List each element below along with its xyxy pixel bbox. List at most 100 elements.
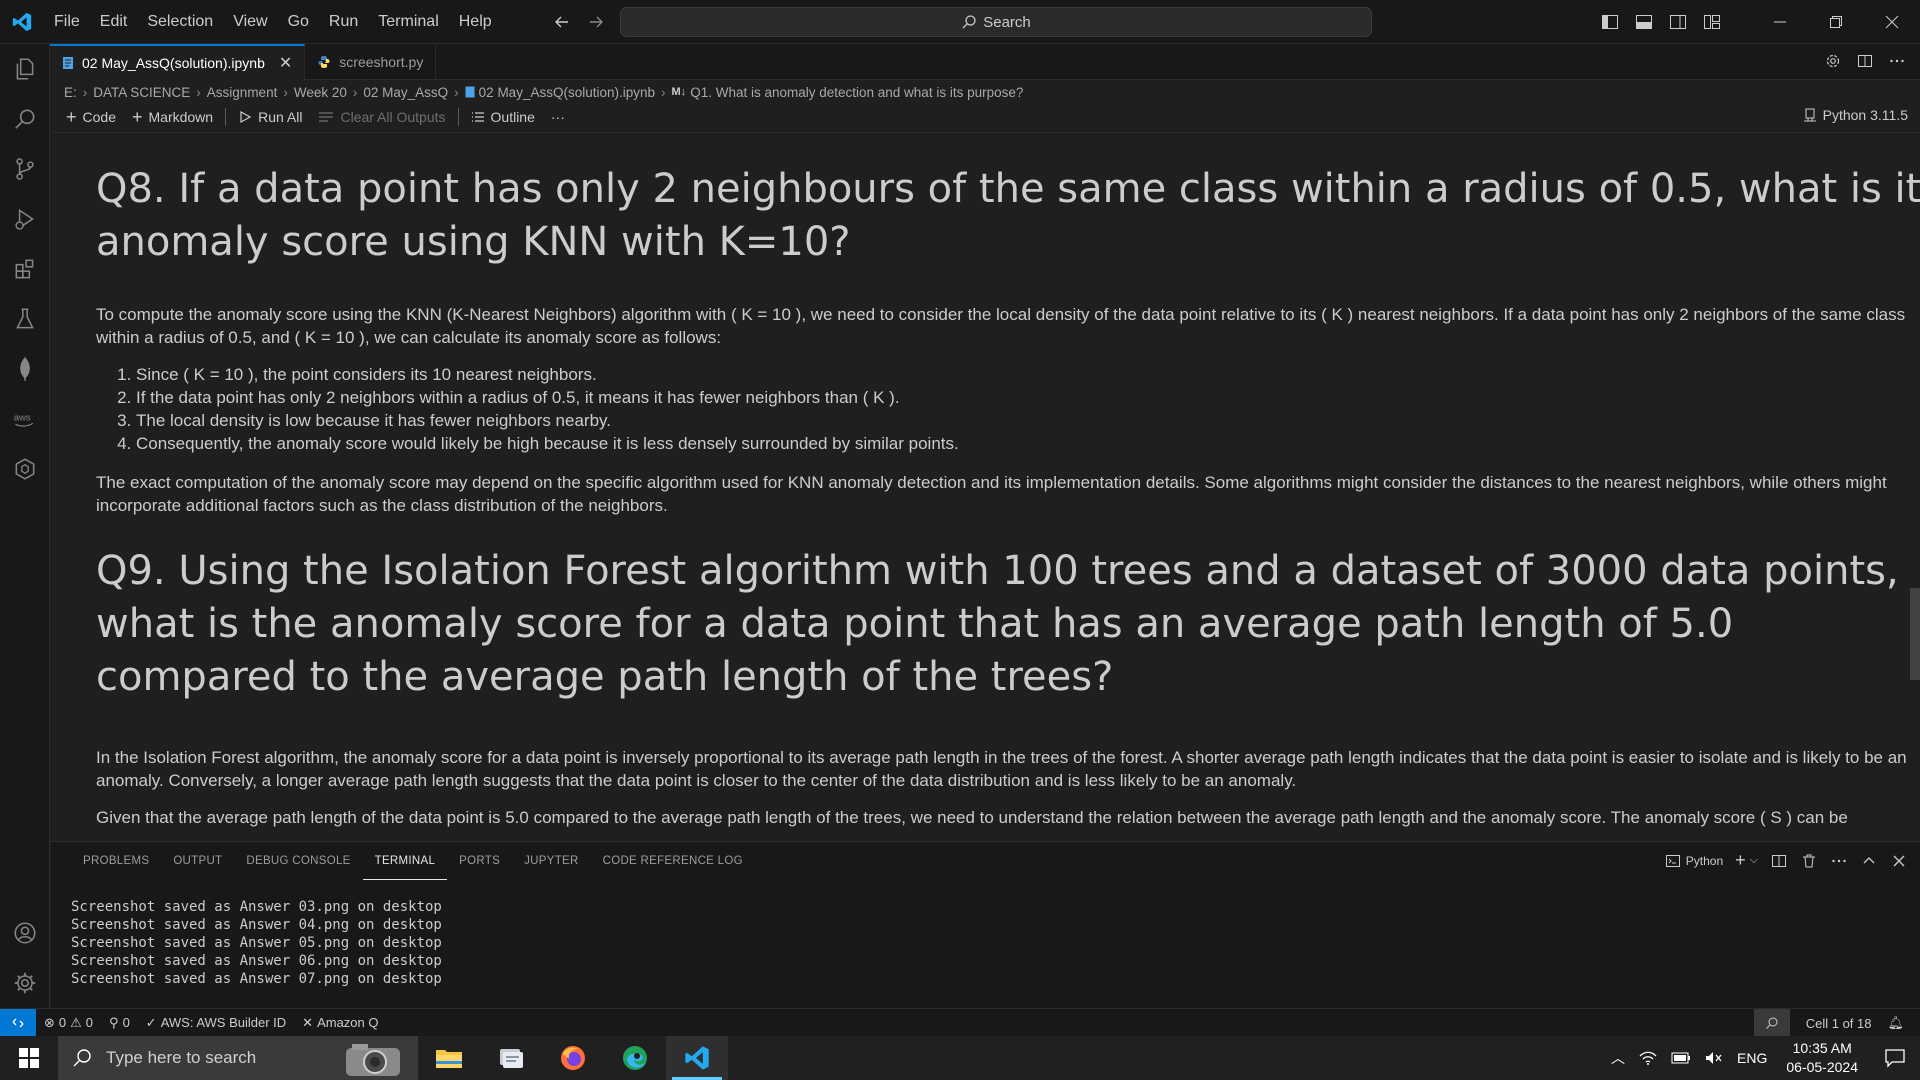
- breadcrumb-item[interactable]: E:: [64, 85, 77, 100]
- tab-jupyter[interactable]: JUPYTER: [512, 842, 591, 880]
- close-tab-icon[interactable]: ✕: [279, 53, 292, 73]
- wifi-icon[interactable]: [1632, 1050, 1664, 1066]
- clock[interactable]: 10:35 AM 06-05-2024: [1774, 1039, 1870, 1077]
- split-terminal-icon[interactable]: [1770, 852, 1788, 870]
- amazon-q-status[interactable]: ✕ Amazon Q: [294, 1015, 386, 1031]
- chevron-down-icon[interactable]: ⌵: [1750, 854, 1758, 867]
- explorer-button[interactable]: [0, 44, 50, 94]
- customize-layout-icon[interactable]: [1702, 12, 1722, 32]
- menu-go[interactable]: Go: [278, 0, 319, 44]
- clock-time: 10:35 AM: [1792, 1040, 1852, 1056]
- breadcrumb-item[interactable]: 02 May_AssQ(solution).ipynb: [479, 85, 655, 100]
- menu-terminal[interactable]: Terminal: [368, 0, 448, 44]
- back-arrow-icon[interactable]: [552, 12, 572, 32]
- split-editor-icon[interactable]: [1856, 52, 1874, 70]
- clear-all-outputs-button[interactable]: Clear All Outputs: [310, 109, 453, 125]
- search-icon: [15, 109, 35, 129]
- menu-selection[interactable]: Selection: [137, 0, 223, 44]
- breadcrumb-item[interactable]: Q1. What is anomaly detection and what i…: [690, 85, 1023, 100]
- chevron-up-icon[interactable]: ︿: [1604, 1048, 1632, 1068]
- kernel-picker[interactable]: Python 3.11.5: [1803, 107, 1908, 123]
- zoom-button[interactable]: [1753, 1009, 1790, 1037]
- menu-edit[interactable]: Edit: [90, 0, 138, 44]
- new-terminal-icon[interactable]: +: [1735, 850, 1746, 871]
- volume-muted-icon[interactable]: [1698, 1051, 1730, 1065]
- q8-intro-paragraph: To compute the anomaly score using the K…: [96, 305, 1906, 347]
- taskbar-search-box[interactable]: Type here to search: [58, 1036, 418, 1080]
- toolbar-divider: [457, 108, 459, 126]
- outline-button[interactable]: Outline: [463, 109, 543, 125]
- notebook-toolbar: + Code + Markdown Run All Clear All Outp…: [58, 104, 1920, 130]
- tab-notebook[interactable]: 02 May_AssQ(solution).ipynb ✕: [50, 44, 306, 80]
- gear-icon[interactable]: [1824, 52, 1842, 70]
- forward-arrow-icon[interactable]: [586, 12, 606, 32]
- tab-screeshort-py[interactable]: screeshort.py: [305, 44, 437, 80]
- menu-help[interactable]: Help: [449, 0, 502, 44]
- toggle-panel-icon[interactable]: [1634, 12, 1654, 32]
- add-markdown-cell-button[interactable]: + Markdown: [124, 107, 221, 128]
- breadcrumb-item[interactable]: Assignment: [207, 85, 278, 100]
- taskbar-edge[interactable]: [604, 1036, 666, 1080]
- terminal-shell-selector[interactable]: Python: [1664, 852, 1723, 870]
- tab-output[interactable]: OUTPUT: [161, 842, 234, 880]
- more-actions-icon[interactable]: [1830, 852, 1848, 870]
- taskbar-file-explorer[interactable]: [418, 1036, 480, 1080]
- command-center-search[interactable]: Search: [620, 7, 1372, 37]
- notebook-editor[interactable]: Q8. If a data point has only 2 neighbour…: [51, 132, 1920, 841]
- tab-ports[interactable]: PORTS: [447, 842, 512, 880]
- more-actions-icon[interactable]: [1888, 52, 1906, 70]
- close-panel-icon[interactable]: [1890, 852, 1908, 870]
- breadcrumb-item[interactable]: 02 May_AssQ: [363, 85, 448, 100]
- restore-button[interactable]: [1808, 0, 1864, 44]
- maximize-panel-icon[interactable]: [1860, 852, 1878, 870]
- ports-status[interactable]: ⚲ 0: [101, 1015, 138, 1031]
- aws-status[interactable]: ✓ AWS: AWS Builder ID: [138, 1015, 294, 1031]
- breadcrumb-item[interactable]: DATA SCIENCE: [93, 85, 190, 100]
- tab-debug-console[interactable]: DEBUG CONSOLE: [234, 842, 362, 880]
- minimize-button[interactable]: [1752, 0, 1808, 44]
- bell-icon[interactable]: 🔔︎: [1879, 1015, 1912, 1031]
- taskbar-app-files[interactable]: [480, 1036, 542, 1080]
- problems-status[interactable]: ⊗ 0 ⚠ 0: [36, 1015, 101, 1031]
- testing-button[interactable]: [0, 294, 50, 344]
- run-debug-button[interactable]: [0, 194, 50, 244]
- aws-button[interactable]: aws: [0, 394, 50, 444]
- menu-file[interactable]: File: [44, 0, 90, 44]
- trash-icon[interactable]: [1800, 852, 1818, 870]
- cell-indicator[interactable]: Cell 1 of 18: [1798, 1016, 1880, 1031]
- source-control-button[interactable]: [0, 144, 50, 194]
- manage-button[interactable]: [0, 958, 50, 1008]
- menu-run[interactable]: Run: [319, 0, 368, 44]
- chevron-right-icon: ›: [454, 84, 459, 100]
- tab-terminal[interactable]: TERMINAL: [362, 842, 448, 880]
- remote-indicator-button[interactable]: [0, 1008, 36, 1037]
- x-icon: ✕: [302, 1014, 314, 1030]
- start-button[interactable]: [0, 1036, 58, 1080]
- add-code-cell-button[interactable]: + Code: [58, 107, 124, 128]
- taskbar-vscode[interactable]: [666, 1036, 728, 1080]
- mongodb-button[interactable]: [0, 344, 50, 394]
- hexagon-extension-button[interactable]: [0, 444, 50, 494]
- search-icon: [962, 15, 976, 29]
- run-all-button[interactable]: Run All: [230, 109, 310, 125]
- tab-code-reference-log[interactable]: CODE REFERENCE LOG: [591, 842, 755, 880]
- close-window-button[interactable]: [1864, 0, 1920, 44]
- notifications-icon[interactable]: [1870, 1048, 1920, 1068]
- terminal-output[interactable]: Screenshot saved as Answer 03.png on des…: [71, 898, 442, 988]
- more-toolbar-actions-button[interactable]: ···: [543, 109, 573, 125]
- editor-scrollbar-thumb[interactable]: [1910, 588, 1920, 680]
- terminal-icon: [1665, 854, 1680, 867]
- play-icon: [240, 110, 252, 124]
- extensions-button[interactable]: [0, 244, 50, 294]
- toggle-primary-sidebar-icon[interactable]: [1600, 12, 1620, 32]
- language-indicator[interactable]: ENG: [1730, 1050, 1774, 1066]
- menu-view[interactable]: View: [223, 0, 277, 44]
- battery-icon[interactable]: [1664, 1052, 1698, 1064]
- search-view-button[interactable]: [0, 94, 50, 144]
- q8-outro-paragraph: The exact computation of the anomaly sco…: [96, 473, 1887, 515]
- taskbar-firefox[interactable]: [542, 1036, 604, 1080]
- breadcrumb-item[interactable]: Week 20: [294, 85, 347, 100]
- tab-problems[interactable]: PROBLEMS: [71, 842, 161, 880]
- toggle-secondary-sidebar-icon[interactable]: [1668, 12, 1688, 32]
- accounts-button[interactable]: [0, 908, 50, 958]
